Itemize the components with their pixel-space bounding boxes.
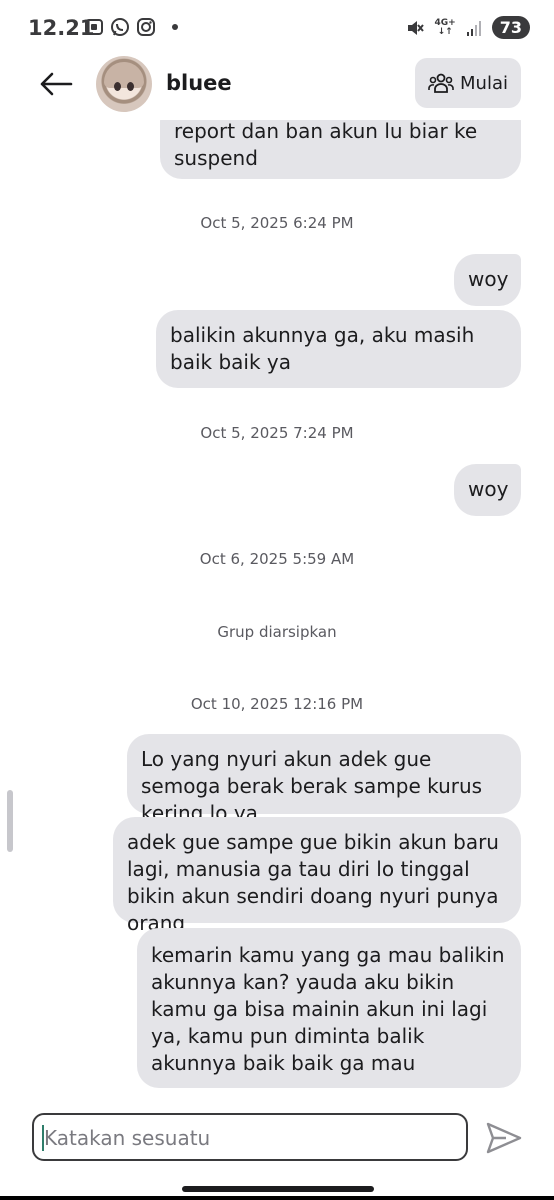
- start-call-label: Mulai: [460, 72, 508, 94]
- timestamp: Oct 5, 2025 6:24 PM: [200, 214, 354, 232]
- people-group-icon: [428, 73, 454, 93]
- battery-indicator: 73: [491, 16, 530, 39]
- chat-header: bluee Mulai: [0, 56, 554, 120]
- more-notifications-dot-icon: [172, 24, 178, 30]
- message-bubble[interactable]: woy: [454, 464, 521, 516]
- status-bar: 12.21 4G+ ↓↑ 73: [0, 0, 554, 58]
- back-button[interactable]: [38, 69, 74, 99]
- message-bubble[interactable]: balikin akunnya ga, aku masih baik baik …: [156, 310, 521, 388]
- timestamp: Oct 10, 2025 12:16 PM: [190, 695, 364, 713]
- data-arrows-icon: ↓↑: [437, 26, 453, 37]
- message-bubble[interactable]: Lo yang nyuri akun adek gue semoga berak…: [127, 734, 521, 825]
- chat-username[interactable]: bluee: [166, 71, 232, 95]
- message-bubble[interactable]: adek gue sampe gue bikin akun baru lagi,…: [113, 817, 521, 935]
- whatsapp-notification-icon: [111, 18, 129, 36]
- screenshot-notification-icon: [85, 19, 103, 35]
- instagram-notification-icon: [137, 18, 155, 36]
- network-indicator: 4G+ ↓↑: [435, 18, 456, 37]
- arrow-left-icon: [40, 72, 73, 96]
- message-input-placeholder: Katakan sesuatu: [44, 1126, 211, 1150]
- mute-icon: [407, 20, 424, 35]
- system-message: Grup diarsipkan: [217, 623, 337, 641]
- send-icon: [486, 1122, 522, 1154]
- message-input[interactable]: Katakan sesuatu: [32, 1113, 468, 1161]
- bottom-edge: [0, 1196, 554, 1200]
- start-call-button[interactable]: Mulai: [415, 58, 521, 108]
- message-bubble[interactable]: kemarin kamu yang ga mau balikin akunnya…: [137, 928, 521, 1088]
- message-thread[interactable]: report dan ban akun lu biar ke suspend O…: [0, 120, 554, 1100]
- message-bubble[interactable]: woy: [454, 254, 521, 306]
- message-bubble[interactable]: report dan ban akun lu biar ke suspend: [160, 120, 521, 179]
- timestamp: Oct 5, 2025 7:24 PM: [200, 424, 354, 442]
- signal-icon: [466, 20, 481, 36]
- scrollbar[interactable]: [7, 790, 13, 852]
- home-indicator[interactable]: [182, 1186, 374, 1192]
- avatar[interactable]: [96, 56, 152, 112]
- send-button[interactable]: [484, 1120, 524, 1156]
- timestamp: Oct 6, 2025 5:59 AM: [199, 550, 355, 568]
